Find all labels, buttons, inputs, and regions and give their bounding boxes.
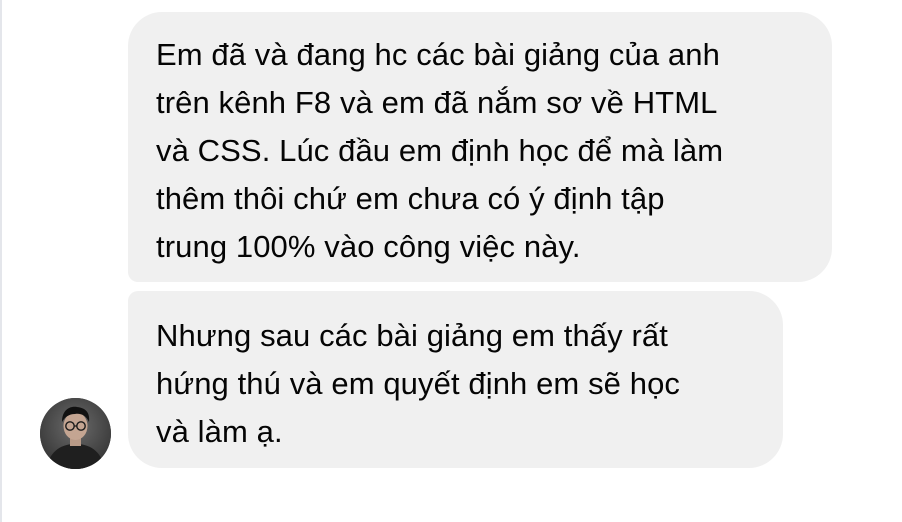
message-bubble[interactable]: Em đã và đang hc các bài giảng của anh t… <box>128 12 832 282</box>
message-bubble[interactable]: Nhưng sau các bài giảng em thấy rất hứng… <box>128 291 783 468</box>
avatar-photo-icon <box>40 398 111 469</box>
avatar[interactable] <box>40 398 111 469</box>
divider <box>0 0 2 522</box>
